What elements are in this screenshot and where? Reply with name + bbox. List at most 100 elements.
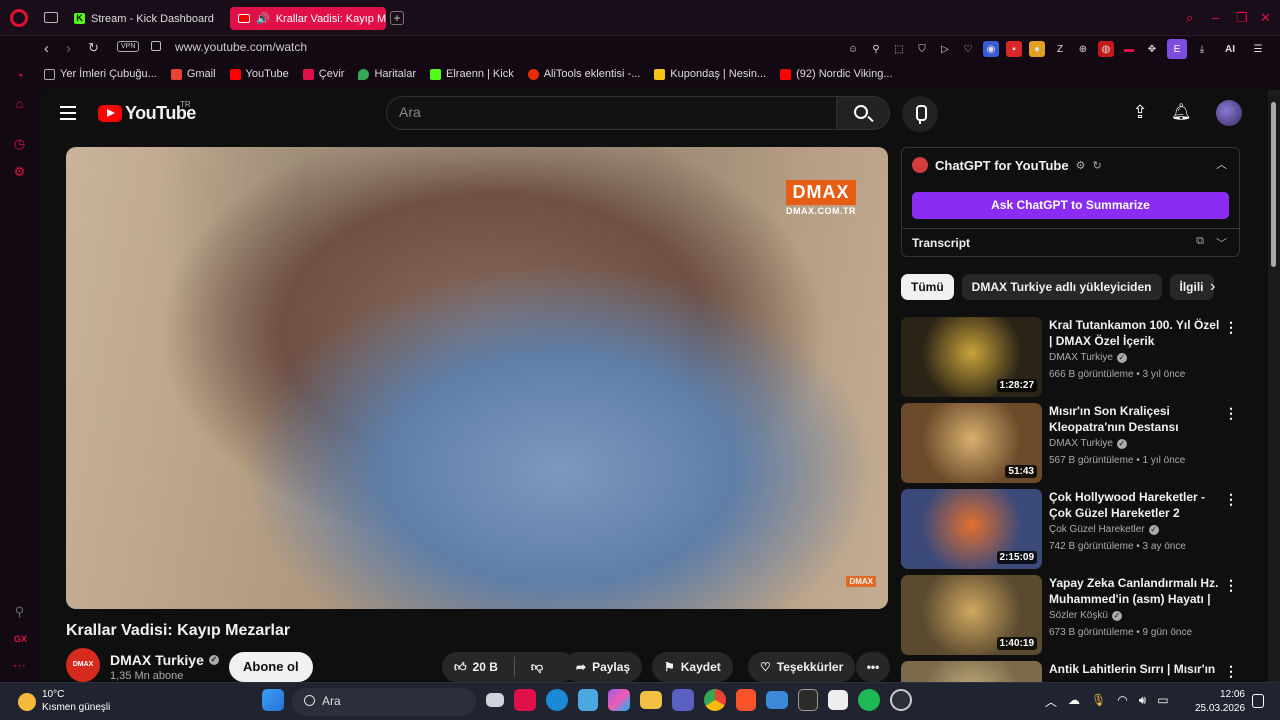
copilot-icon[interactable] — [608, 689, 630, 711]
new-tab-button[interactable]: + — [390, 11, 404, 25]
voice-search-icon[interactable] — [902, 96, 938, 132]
bookmark-item[interactable]: Yer İmleri Çubuğu... — [44, 68, 157, 80]
microphone-icon[interactable]: 🎙︎ — [1091, 693, 1106, 710]
channel-name[interactable]: DMAX Turkiye ✓ — [110, 652, 219, 668]
avatar[interactable] — [1216, 100, 1242, 126]
recommendation-title[interactable]: Yapay Zeka Canlandırmalı Hz. Muhammed'in… — [1049, 575, 1221, 609]
reload-icon[interactable]: ↻ — [88, 40, 99, 56]
windows-start-icon[interactable] — [262, 689, 284, 711]
settings-icon[interactable]: ⚙ — [12, 164, 27, 179]
taskbar-search[interactable]: Ara — [292, 688, 476, 716]
chrome-icon[interactable] — [704, 689, 726, 711]
speaker-icon[interactable]: 🔊 — [256, 12, 270, 25]
more-vert-icon[interactable]: ⋮ — [1224, 491, 1238, 508]
recommendation-channel[interactable]: Çok Güzel Hareketler ✓ — [1049, 524, 1159, 535]
bookmark-item[interactable]: Kupondaş | Nesin... — [654, 68, 766, 80]
recommendation-item[interactable]: 1:40:19 Yapay Zeka Canlandırmalı Hz. Muha… — [901, 575, 1242, 655]
bookmark-item[interactable]: YouTube — [229, 68, 289, 80]
calculator-icon[interactable] — [828, 690, 848, 710]
weather-widget[interactable]: 10°C Kısmen güneşli — [42, 688, 110, 714]
edge-icon[interactable] — [546, 689, 568, 711]
download-icon[interactable]: ⤓ — [1194, 41, 1210, 57]
like-count[interactable]: 20 B — [473, 660, 498, 674]
video-thumbnail[interactable]: 2:15:09 — [901, 489, 1042, 569]
recommendation-title[interactable]: Mısır'ın Son Kraliçesi Kleopatra'nın Des… — [1049, 403, 1221, 437]
extension-chrome-icon[interactable]: ● — [1029, 41, 1045, 57]
more-actions-button[interactable]: ••• — [856, 652, 890, 682]
chevron-up-icon[interactable]: ︿ — [1045, 693, 1057, 710]
chip-related[interactable]: İlgili — [1169, 274, 1214, 300]
brave-icon[interactable] — [736, 689, 756, 711]
clock[interactable]: 12:06 25.03.2026 — [1195, 688, 1245, 716]
search-tabs-icon[interactable]: ⌕ — [1186, 10, 1193, 26]
bookmark-item[interactable]: (92) Nordic Viking... — [780, 68, 893, 80]
recommendation-channel[interactable]: DMAX Turkiye ✓ — [1049, 352, 1127, 363]
snapshot-icon[interactable]: ⬚ — [891, 41, 907, 57]
chevron-up-icon[interactable]: ︿ — [1216, 156, 1227, 172]
easy-setup-icon[interactable]: ☰ — [1250, 41, 1266, 57]
close-icon[interactable]: ✕ — [1260, 10, 1271, 26]
bookmark-item[interactable]: Gmail — [170, 68, 216, 80]
forward-icon[interactable]: › — [66, 40, 71, 57]
gx-label[interactable]: GX — [13, 634, 28, 649]
scrollbar-thumb[interactable] — [1271, 102, 1276, 267]
create-icon[interactable]: ⇪ — [1130, 102, 1150, 124]
volume-icon[interactable]: 🔊︎ — [1139, 693, 1147, 710]
pin-icon[interactable]: ⚲ — [12, 604, 27, 619]
like-icon[interactable]: 👍︎ — [454, 660, 467, 675]
vpn-badge[interactable]: VPN — [117, 41, 140, 52]
copy-icon[interactable]: ⧉ — [1196, 235, 1204, 251]
minimize-icon[interactable]: – — [1212, 10, 1219, 25]
video-thumbnail[interactable]: 1:40:19 — [901, 575, 1042, 655]
more-vert-icon[interactable]: ⋮ — [1224, 577, 1238, 594]
maximize-icon[interactable]: ❐ — [1236, 10, 1248, 26]
search-input[interactable]: Ara — [386, 96, 838, 130]
tab-island-icon[interactable] — [44, 12, 58, 23]
more-vert-icon[interactable]: ⋮ — [1224, 663, 1238, 680]
play-icon[interactable]: ▷ — [937, 41, 953, 57]
recommendation-title[interactable]: Kral Tutankamon 100. Yıl Özel | DMAX Öze… — [1049, 317, 1221, 349]
recommendation-channel[interactable]: Sözler Köşkü ✓ — [1049, 610, 1122, 621]
extension-blue-icon[interactable]: ◉ — [983, 41, 999, 57]
extension-e-icon[interactable]: E — [1167, 39, 1187, 59]
opera-logo-icon[interactable] — [10, 9, 28, 27]
globe-icon[interactable]: ⊕ — [1075, 41, 1091, 57]
epic-games-icon[interactable] — [798, 689, 818, 711]
search-button[interactable] — [836, 96, 890, 130]
tab-kick-dashboard[interactable]: K Stream - Kick Dashboard — [66, 7, 224, 30]
history-icon[interactable]: ◷ — [12, 136, 27, 151]
summarize-button[interactable]: Ask ChatGPT to Summarize — [912, 192, 1229, 219]
lock-icon[interactable] — [151, 41, 161, 51]
dislike-icon[interactable]: 👎︎ — [531, 660, 543, 675]
chip-all[interactable]: Tümü — [901, 274, 954, 300]
bookmark-item[interactable]: Elraenn | Kick — [430, 68, 514, 80]
back-icon[interactable]: ‹ — [44, 40, 49, 57]
extension-bookmark-icon[interactable]: ▬ — [1121, 41, 1137, 57]
recommendation-item[interactable]: 2:15:09 Çok Hollywood Hareketler - Çok Gü… — [901, 489, 1242, 569]
recommendation-item[interactable]: 1:28:27 Kral Tutankamon 100. Yıl Özel | D… — [901, 317, 1242, 397]
pin-icon[interactable]: ⚲ — [868, 41, 884, 57]
shield-icon[interactable]: ⛉ — [914, 41, 930, 57]
more-icon[interactable]: ⋯ — [12, 658, 27, 673]
task-view-icon[interactable] — [486, 693, 504, 707]
scrollbar[interactable] — [1268, 90, 1280, 688]
transcript-label[interactable]: Transcript — [912, 236, 970, 250]
wifi-icon[interactable]: ◠ — [1117, 693, 1127, 710]
emoji-icon[interactable]: ☺ — [845, 41, 861, 57]
recommendation-item[interactable]: 51:43 Mısır'ın Son Kraliçesi Kleopatra'nı… — [901, 403, 1242, 483]
recommendation-channel[interactable]: DMAX Turkiye ✓ — [1049, 438, 1127, 449]
more-vert-icon[interactable]: ⋮ — [1224, 405, 1238, 422]
chevron-right-icon[interactable]: › — [1210, 278, 1215, 296]
spotify-icon[interactable] — [858, 689, 880, 711]
channel-avatar[interactable]: DMAX — [66, 648, 100, 682]
gx-corner-icon[interactable]: ⌂ — [12, 96, 27, 111]
tab-youtube-active[interactable]: 🔊 Krallar Vadisi: Kayıp Me — [230, 7, 386, 30]
thanks-button[interactable]: ♡ Teşekkürler — [748, 652, 856, 682]
save-button[interactable]: ⚑ Kaydet — [652, 652, 733, 682]
opera-gx-icon[interactable] — [514, 689, 536, 711]
recommendation-title[interactable]: Çok Hollywood Hareketler - Çok Güzel Har… — [1049, 489, 1221, 521]
gx-control-icon[interactable]: ◔ — [12, 68, 27, 83]
extension-z-icon[interactable]: Z — [1052, 41, 1068, 57]
gear-icon[interactable]: ⚙ — [1076, 159, 1086, 172]
video-player[interactable]: DMAX DMAX.COM.TR DMAX — [66, 147, 888, 609]
